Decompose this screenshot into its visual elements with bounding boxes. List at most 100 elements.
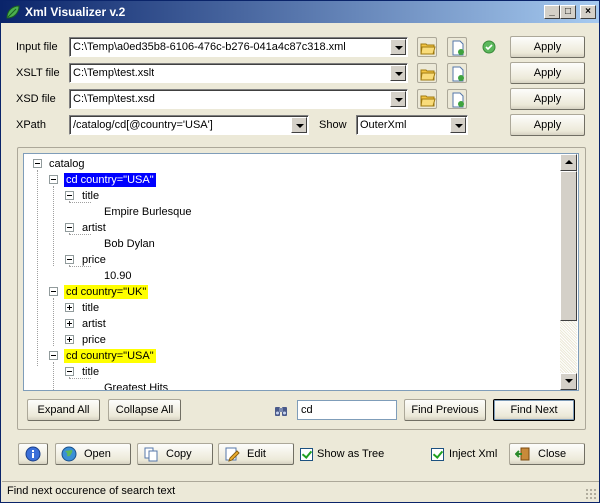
scroll-down-arrow-icon[interactable]	[560, 373, 577, 390]
tree-connector	[37, 170, 38, 366]
tree-node-title[interactable]: title	[80, 189, 101, 203]
status-bar: Find next occurence of search text	[2, 481, 599, 502]
collapse-toggle-icon[interactable]	[49, 175, 58, 184]
collapse-toggle-icon[interactable]	[65, 223, 74, 232]
collapse-toggle-icon[interactable]	[65, 367, 74, 376]
new-xslt-button[interactable]	[447, 63, 467, 83]
apply-xsd-button[interactable]: Apply	[510, 88, 585, 110]
folder-open-icon	[420, 43, 436, 55]
show-label: Show	[319, 119, 347, 131]
tree-node-value[interactable]: Greatest Hits	[102, 381, 170, 390]
close-button[interactable]: Close	[509, 443, 585, 465]
inject-xml-label: Inject Xml	[449, 448, 498, 460]
xpath-value: /catalog/cd[@country='USA']	[73, 119, 213, 131]
expand-all-button[interactable]: Expand All	[27, 399, 100, 421]
tree-node-value[interactable]: Bob Dylan	[102, 237, 157, 251]
new-document-icon	[452, 92, 464, 108]
new-xsd-button[interactable]	[447, 89, 467, 109]
xsd-file-combo[interactable]: C:\Temp\test.xsd	[69, 89, 408, 109]
tree-node-value[interactable]: Empire Burlesque	[102, 205, 193, 219]
folder-open-icon	[420, 69, 436, 81]
browse-xslt-button[interactable]	[417, 63, 437, 83]
tree-node-price[interactable]: price	[80, 253, 108, 267]
expand-toggle-icon[interactable]	[65, 303, 74, 312]
collapse-toggle-icon[interactable]	[49, 287, 58, 296]
scroll-up-arrow-icon[interactable]	[560, 154, 577, 171]
folder-open-icon	[420, 95, 436, 107]
collapse-toggle-icon[interactable]	[49, 351, 58, 360]
info-icon	[25, 446, 41, 462]
collapse-toggle-icon[interactable]	[65, 255, 74, 264]
collapse-toggle-icon[interactable]	[65, 191, 74, 200]
apply-input-button[interactable]: Apply	[510, 36, 585, 58]
scrollbar-track[interactable]	[560, 321, 577, 373]
apply-xslt-button[interactable]: Apply	[510, 62, 585, 84]
chevron-down-icon[interactable]	[450, 117, 466, 133]
tree-vertical-scrollbar[interactable]	[560, 154, 577, 390]
tree-node-catalog[interactable]: catalog	[47, 157, 86, 171]
maximize-button[interactable]: □	[560, 5, 576, 19]
apply-xpath-button[interactable]: Apply	[510, 114, 585, 136]
tree-node-artist[interactable]: artist	[80, 317, 108, 331]
collapse-toggle-icon[interactable]	[33, 159, 42, 168]
chevron-down-icon[interactable]	[291, 117, 307, 133]
chevron-down-icon[interactable]	[390, 65, 406, 81]
close-window-button[interactable]: ×	[580, 5, 596, 19]
copy-label: Copy	[166, 448, 192, 460]
expand-toggle-icon[interactable]	[65, 335, 74, 344]
inject-xml-checkbox[interactable]	[431, 448, 444, 461]
xslt-file-value: C:\Temp\test.xslt	[73, 67, 155, 79]
scrollbar-thumb[interactable]	[560, 171, 577, 321]
show-value: OuterXml	[360, 119, 407, 131]
search-input[interactable]: cd	[297, 400, 397, 420]
window-title: Xml Visualizer v.2	[25, 5, 126, 19]
xslt-file-label: XSLT file	[16, 67, 60, 79]
input-file-combo[interactable]: C:\Temp\a0ed35b8-6106-476c-b276-041a4c87…	[69, 37, 408, 57]
input-file-value: C:\Temp\a0ed35b8-6106-476c-b276-041a4c87…	[73, 41, 346, 53]
search-value: cd	[301, 404, 313, 416]
tree-connector	[53, 362, 54, 390]
browse-xsd-button[interactable]	[417, 89, 437, 109]
show-select[interactable]: OuterXml	[356, 115, 468, 135]
xsd-file-label: XSD file	[16, 93, 56, 105]
edit-pencil-icon	[225, 447, 240, 462]
collapse-all-button[interactable]: Collapse All	[108, 399, 181, 421]
chevron-down-icon[interactable]	[390, 91, 406, 107]
info-button[interactable]	[18, 443, 48, 465]
new-document-icon	[452, 40, 464, 56]
tree-node-price[interactable]: price	[80, 333, 108, 347]
chevron-down-icon[interactable]	[390, 39, 406, 55]
browse-input-button[interactable]	[417, 37, 437, 57]
find-previous-button[interactable]: Find Previous	[404, 399, 486, 421]
show-as-tree-checkbox[interactable]	[300, 448, 313, 461]
tree-node-value[interactable]: 10.90	[102, 269, 134, 283]
xpath-label: XPath	[16, 119, 46, 131]
tree-node-cd-usa-selected[interactable]: cd country="USA"	[64, 173, 156, 187]
edit-button[interactable]: Edit	[218, 443, 294, 465]
open-button[interactable]: Open	[55, 443, 131, 465]
tree-node-artist[interactable]: artist	[80, 221, 108, 235]
tree-node-cd-usa-match[interactable]: cd country="USA"	[64, 349, 156, 363]
expand-toggle-icon[interactable]	[65, 319, 74, 328]
tree-connector	[53, 186, 54, 266]
title-bar[interactable]: Xml Visualizer v.2 _ □ ×	[1, 1, 599, 23]
tree-connector	[53, 298, 54, 346]
input-file-label: Input file	[16, 41, 58, 53]
tree-node-title[interactable]: title	[80, 301, 101, 315]
xml-tree-view[interactable]: catalog cd country="USA" title Empire Bu…	[23, 153, 579, 391]
resize-grip-icon[interactable]	[585, 488, 597, 500]
minimize-button[interactable]: _	[544, 5, 560, 19]
valid-check-icon	[482, 40, 496, 54]
new-document-icon	[452, 66, 464, 82]
new-input-button[interactable]	[447, 37, 467, 57]
tree-node-cd-uk-match[interactable]: cd country="UK"	[64, 285, 149, 299]
tree-node-title[interactable]: title	[80, 365, 101, 379]
xpath-combo[interactable]: /catalog/cd[@country='USA']	[69, 115, 309, 135]
binoculars-icon	[275, 407, 287, 416]
status-text: Find next occurence of search text	[7, 485, 176, 497]
open-label: Open	[84, 448, 111, 460]
xslt-file-combo[interactable]: C:\Temp\test.xslt	[69, 63, 408, 83]
copy-button[interactable]: Copy	[137, 443, 213, 465]
copy-icon	[144, 447, 158, 462]
find-next-button[interactable]: Find Next	[493, 399, 575, 421]
